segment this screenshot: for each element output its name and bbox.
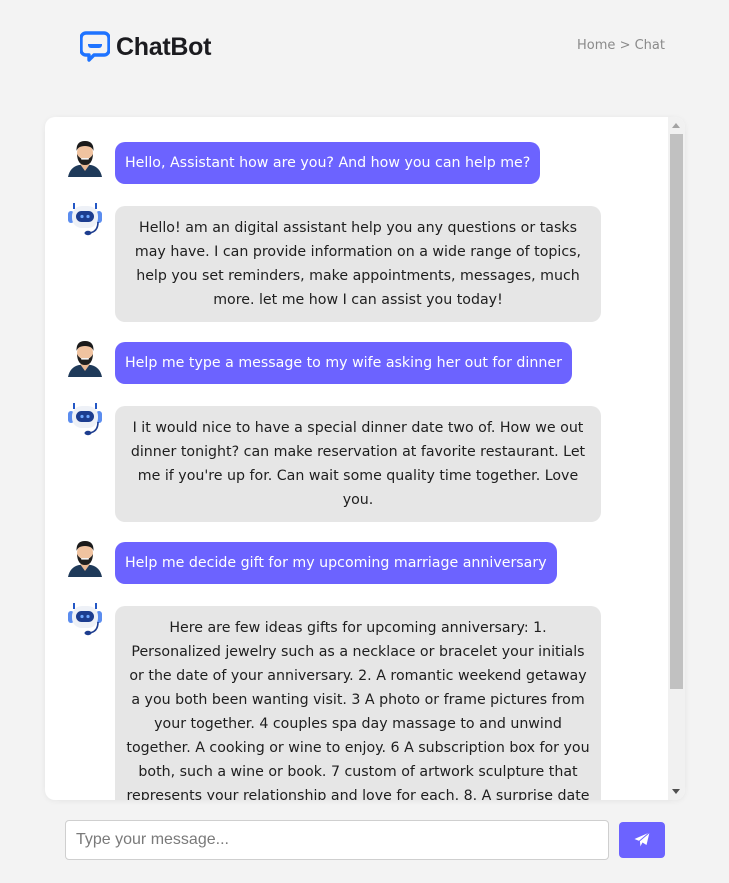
message-user: Hello, Assistant how are you? And how yo… bbox=[65, 137, 541, 184]
page-header: ChatBot Home > Chat bbox=[0, 0, 729, 100]
message-bot: Hello! am an digital assistant help you … bbox=[65, 201, 601, 322]
message-list-scrollbar[interactable] bbox=[668, 117, 685, 800]
message-list: Hello, Assistant how are you? And how yo… bbox=[45, 117, 668, 800]
chat-bubble-logo-icon bbox=[80, 31, 110, 62]
message-bot: I it would nice to have a special dinner… bbox=[65, 401, 601, 522]
user-avatar-icon bbox=[68, 341, 102, 377]
message-input[interactable] bbox=[65, 820, 609, 860]
bot-message-bubble: Hello! am an digital assistant help you … bbox=[115, 206, 601, 322]
user-message-bubble: Hello, Assistant how are you? And how yo… bbox=[115, 142, 541, 184]
scroll-thumb[interactable] bbox=[670, 134, 683, 689]
scroll-down-arrow-icon[interactable] bbox=[672, 789, 680, 794]
user-message-bubble: Help me decide gift for my upcoming marr… bbox=[115, 542, 557, 584]
bot-message-bubble: Here are few ideas gifts for upcoming an… bbox=[115, 606, 601, 800]
breadcrumb-chat: Chat bbox=[634, 38, 665, 53]
paper-plane-icon bbox=[634, 832, 650, 848]
user-avatar-icon bbox=[68, 141, 102, 177]
bot-message-bubble: I it would nice to have a special dinner… bbox=[115, 406, 601, 522]
message-user: Help me type a message to my wife asking… bbox=[65, 337, 572, 384]
logo[interactable]: ChatBot bbox=[80, 30, 211, 64]
robot-avatar-icon bbox=[68, 403, 102, 436]
scroll-up-arrow-icon[interactable] bbox=[672, 123, 680, 128]
message-user: Help me decide gift for my upcoming marr… bbox=[65, 537, 557, 584]
message-bot: Here are few ideas gifts for upcoming an… bbox=[65, 601, 601, 800]
breadcrumb-home[interactable]: Home bbox=[577, 38, 615, 53]
robot-avatar-icon bbox=[68, 603, 102, 636]
message-composer bbox=[65, 820, 665, 860]
send-button[interactable] bbox=[619, 822, 665, 858]
robot-avatar-icon bbox=[68, 203, 102, 236]
app-name: ChatBot bbox=[116, 32, 212, 61]
chat-window: Hello, Assistant how are you? And how yo… bbox=[45, 117, 685, 800]
breadcrumb: Home > Chat bbox=[577, 38, 665, 53]
breadcrumb-separator: > bbox=[619, 38, 631, 53]
user-message-bubble: Help me type a message to my wife asking… bbox=[115, 342, 572, 384]
user-avatar-icon bbox=[68, 541, 102, 577]
